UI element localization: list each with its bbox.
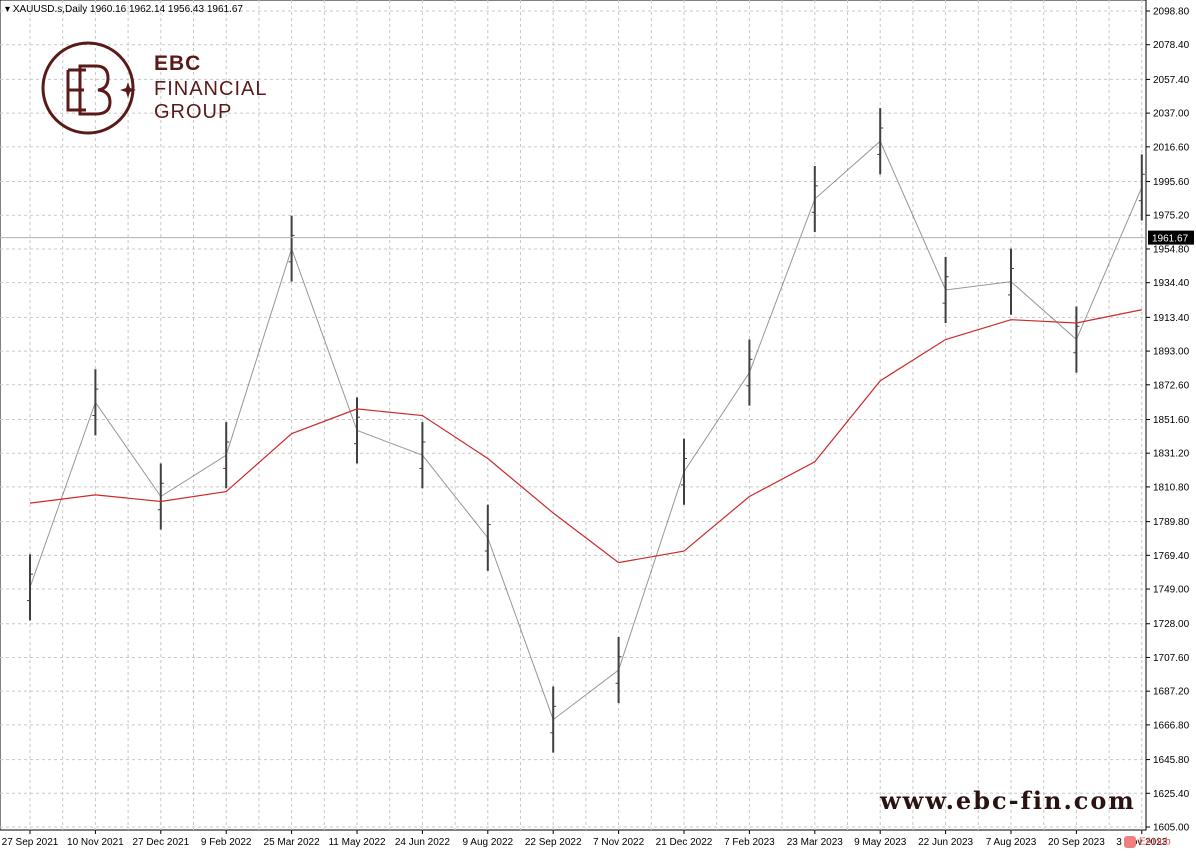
y-tick-label: 1645.80 xyxy=(1153,755,1190,766)
y-tick-label: 1975.20 xyxy=(1153,211,1190,222)
triangle-down-icon[interactable]: ▾ xyxy=(5,4,10,15)
y-tick-label: 1954.80 xyxy=(1153,244,1190,255)
y-tick-label: 2057.40 xyxy=(1153,75,1190,86)
ebc-logo: EBC FINANCIAL GROUP xyxy=(40,40,280,140)
x-tick-label: 20 Sep 2023 xyxy=(1048,837,1105,848)
x-tick-label: 25 Mar 2022 xyxy=(264,837,321,848)
y-tick-label: 2078.40 xyxy=(1153,40,1190,51)
y-tick-label: 1995.60 xyxy=(1153,177,1190,188)
x-tick-label: 21 Dec 2022 xyxy=(656,837,713,848)
y-tick-label: 1749.00 xyxy=(1153,585,1190,596)
y-tick-label: 1605.00 xyxy=(1153,823,1190,834)
x-tick-label: 11 May 2022 xyxy=(328,837,386,848)
y-tick-label: 1707.60 xyxy=(1153,653,1190,664)
y-tick-label: 1769.40 xyxy=(1153,551,1190,562)
y-tick-label: 2098.80 xyxy=(1153,7,1190,18)
x-tick-label: 10 Nov 2021 xyxy=(67,837,124,848)
x-tick-label: 9 May 2023 xyxy=(854,837,907,848)
y-tick-label: 1851.60 xyxy=(1153,415,1190,426)
website-watermark: www.ebc-fin.com xyxy=(880,786,1136,815)
y-tick-label: 1893.00 xyxy=(1153,347,1190,358)
x-tick-label: 9 Aug 2022 xyxy=(462,837,513,848)
x-tick-label: 27 Sep 2021 xyxy=(2,837,59,848)
x-tick-label: 7 Nov 2022 xyxy=(593,837,645,848)
x-tick-label: 27 Dec 2021 xyxy=(132,837,189,848)
x-tick-label: 22 Sep 2022 xyxy=(525,837,582,848)
eahub-icon xyxy=(1124,836,1136,848)
x-tick-label: 23 Mar 2023 xyxy=(787,837,844,848)
y-tick-label: 2016.60 xyxy=(1153,142,1190,153)
y-tick-label: 1625.40 xyxy=(1153,789,1190,800)
y-tick-label: 1810.80 xyxy=(1153,482,1190,493)
ebc-monogram-icon xyxy=(41,41,136,135)
y-tick-label: 1789.80 xyxy=(1153,517,1190,528)
y-tick-label: 1934.40 xyxy=(1153,278,1190,289)
current-price-label: 1961.67 xyxy=(1152,234,1189,245)
logo-line-2: FINANCIAL xyxy=(154,78,268,100)
y-tick-label: 1831.20 xyxy=(1153,449,1190,460)
symbol-ohlc-text: XAUUSD.s,Daily 1960.16 1962.14 1956.43 1… xyxy=(12,4,243,15)
y-tick-label: 1913.40 xyxy=(1153,313,1190,324)
y-tick-label: 1728.00 xyxy=(1153,619,1190,630)
eahub-badge: EAHub xyxy=(1124,836,1171,848)
y-tick-label: 1687.20 xyxy=(1153,687,1190,698)
logo-line-3: GROUP xyxy=(154,101,233,123)
eahub-label: EAHub xyxy=(1139,836,1171,848)
y-tick-label: 1872.60 xyxy=(1153,380,1190,391)
x-tick-label: 22 Jun 2023 xyxy=(918,837,973,848)
y-tick-label: 2037.00 xyxy=(1153,109,1190,120)
y-tick-label: 1666.80 xyxy=(1153,720,1190,731)
logo-line-1: EBC xyxy=(154,52,202,75)
x-tick-label: 9 Feb 2022 xyxy=(201,837,252,848)
chart-symbol-info: ▾ XAUUSD.s,Daily 1960.16 1962.14 1956.43… xyxy=(5,4,243,15)
x-tick-label: 24 Jun 2022 xyxy=(395,837,450,848)
x-tick-label: 7 Aug 2023 xyxy=(986,837,1037,848)
x-tick-label: 7 Feb 2023 xyxy=(724,837,775,848)
